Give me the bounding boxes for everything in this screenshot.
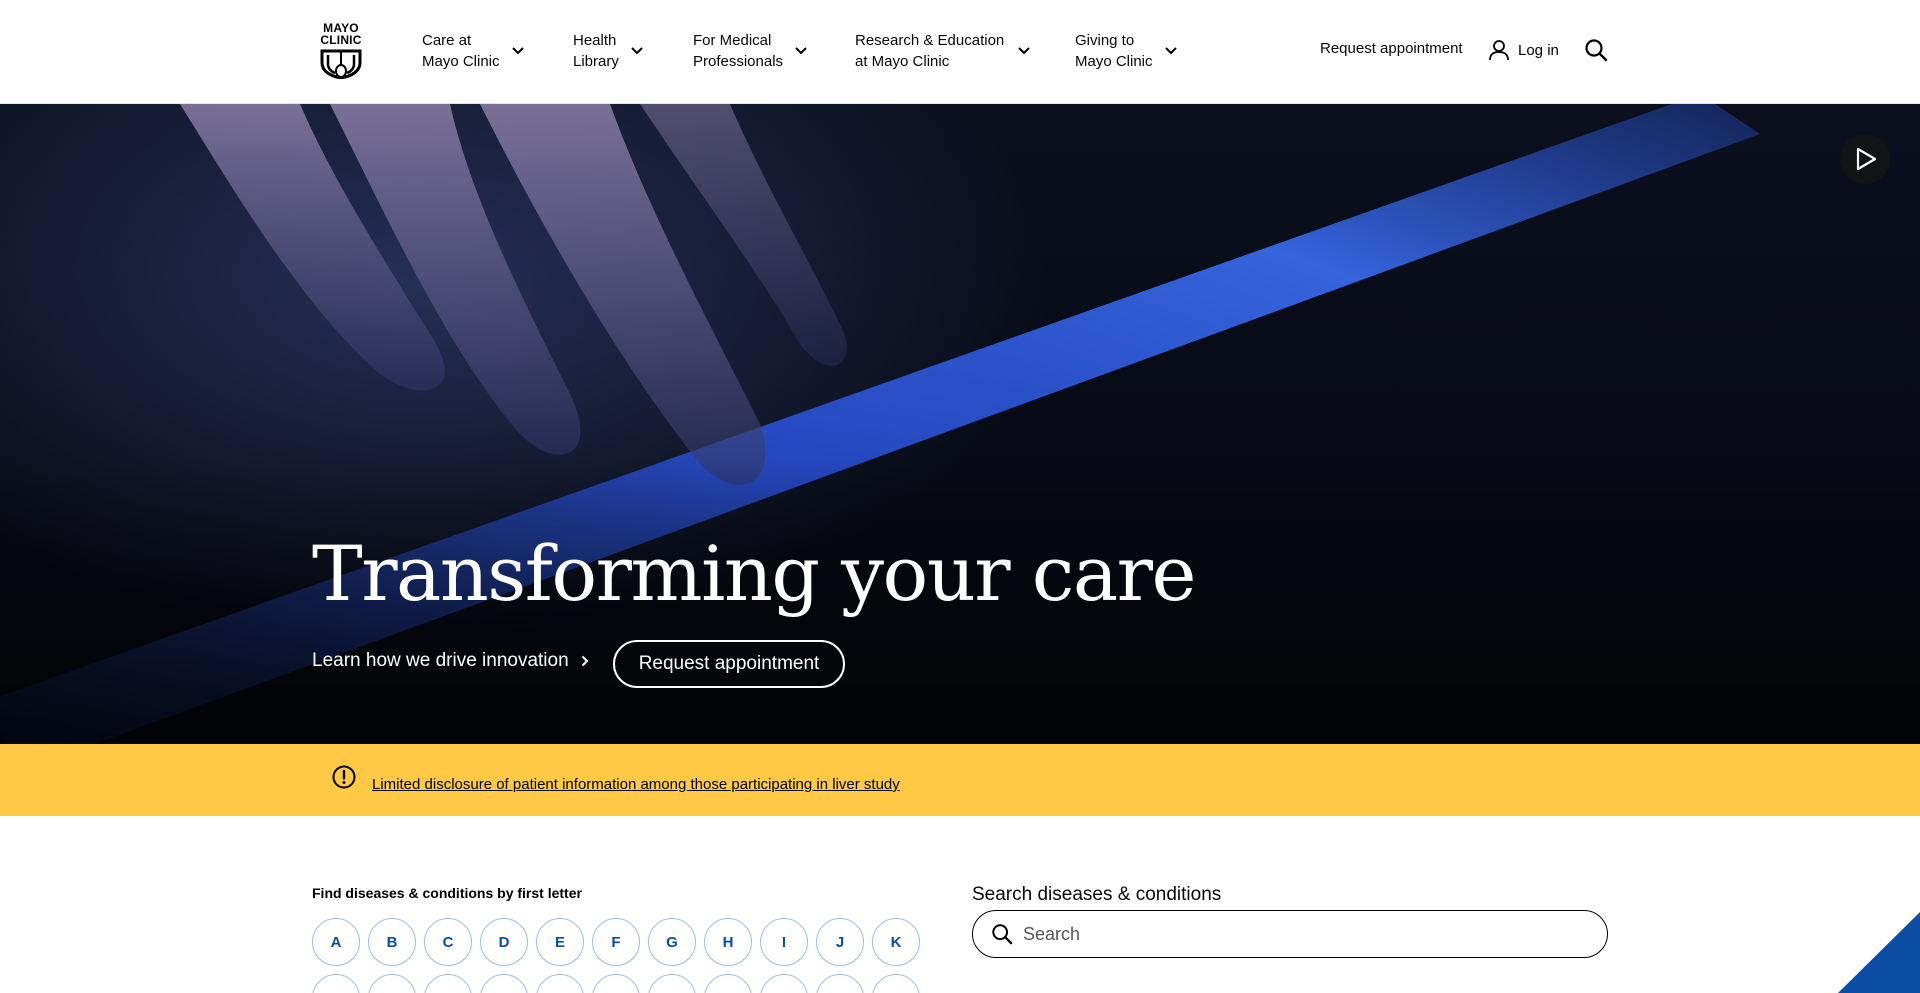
letter-a-button[interactable]: A [312, 918, 360, 966]
nav-giving[interactable]: Giving to Mayo Clinic [1075, 30, 1177, 72]
letter-button[interactable] [760, 974, 808, 993]
letter-button[interactable] [536, 974, 584, 993]
letter-f-button[interactable]: F [592, 918, 640, 966]
letter-i-button[interactable]: I [760, 918, 808, 966]
hero-title: Transforming your care [312, 529, 1196, 618]
nav-research-education[interactable]: Research & Education at Mayo Clinic [855, 30, 1030, 72]
nav-care-label: Care at Mayo Clinic [422, 32, 500, 70]
letter-d-button[interactable]: D [480, 918, 528, 966]
chevron-down-icon [511, 47, 524, 55]
feedback-tab[interactable]: Feedback [1838, 912, 1920, 993]
letter-button[interactable] [648, 974, 696, 993]
letter-h-button[interactable]: H [704, 918, 752, 966]
nav-research-label: Research & Education at Mayo Clinic [855, 32, 1005, 70]
letter-g-button[interactable]: G [648, 918, 696, 966]
alert-link[interactable]: Limited disclosure of patient informatio… [372, 776, 900, 793]
logo-line2: CLINIC [320, 33, 362, 47]
nav-health-library[interactable]: Health Library [573, 30, 643, 72]
letter-button[interactable] [424, 974, 472, 993]
letter-b-button[interactable]: B [368, 918, 416, 966]
letter-button[interactable] [592, 974, 640, 993]
chevron-down-icon [795, 47, 807, 55]
search-icon [992, 924, 1013, 945]
chevron-down-icon [1018, 47, 1030, 55]
nav-care-at-mayo[interactable]: Care at Mayo Clinic [422, 30, 524, 72]
shield-logo-icon [320, 49, 362, 79]
nav-health-label: Health Library [573, 32, 619, 70]
play-video-button[interactable] [1840, 134, 1890, 184]
play-icon [1856, 147, 1877, 171]
letter-button[interactable] [480, 974, 528, 993]
header-request-appointment-link[interactable]: Request appointment [1320, 40, 1463, 57]
chevron-down-icon [1164, 47, 1177, 55]
alert-banner: Limited disclosure of patient informatio… [0, 744, 1920, 816]
login-label: Log in [1518, 41, 1559, 59]
chevron-right-icon [581, 655, 589, 667]
letter-button[interactable] [368, 974, 416, 993]
letter-e-button[interactable]: E [536, 918, 584, 966]
learn-innovation-link[interactable]: Learn how we drive innovation [312, 650, 589, 672]
chevron-down-icon [631, 47, 643, 55]
hero-background-image [0, 104, 1920, 744]
search-icon-button[interactable] [1584, 38, 1608, 67]
site-header: MAYO CLINIC Care at Mayo Clinic Health L… [0, 0, 1920, 104]
letter-button[interactable] [816, 974, 864, 993]
search-conditions-label: Search diseases & conditions [972, 884, 1222, 905]
letter-button[interactable] [312, 974, 360, 993]
letter-j-button[interactable]: J [816, 918, 864, 966]
user-icon [1489, 40, 1509, 61]
learn-innovation-label: Learn how we drive innovation [312, 650, 569, 671]
hero-request-appointment-button[interactable]: Request appointment [613, 640, 845, 688]
search-conditions-box [972, 910, 1608, 958]
letter-button[interactable] [704, 974, 752, 993]
nav-medical-label: For Medical Professionals [693, 32, 784, 70]
search-icon [1585, 39, 1608, 62]
login-link[interactable]: Log in [1488, 39, 1559, 61]
alert-icon [332, 765, 356, 789]
hero-banner: Transforming your care Learn how we driv… [0, 104, 1920, 744]
find-by-letter-heading: Find diseases & conditions by first lett… [312, 885, 582, 901]
nav-giving-label: Giving to Mayo Clinic [1075, 32, 1153, 70]
search-conditions-input[interactable] [1023, 923, 1583, 945]
letter-k-button[interactable]: K [872, 918, 920, 966]
nav-medical-professionals[interactable]: For Medical Professionals [693, 30, 807, 72]
letter-c-button[interactable]: C [424, 918, 472, 966]
mayo-clinic-logo[interactable]: MAYO CLINIC [316, 22, 366, 82]
letter-button[interactable] [872, 974, 920, 993]
